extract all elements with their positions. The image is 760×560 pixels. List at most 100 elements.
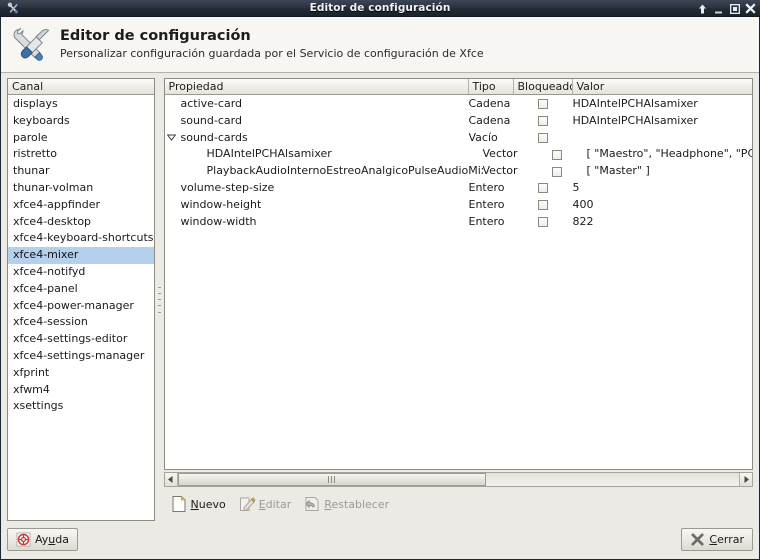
channel-item-label: displays: [13, 97, 58, 110]
channel-item[interactable]: xfwm4: [8, 382, 154, 399]
edit-button-label: Editar: [258, 497, 292, 511]
scroll-right-arrow-icon[interactable]: [739, 473, 752, 486]
locked-checkbox[interactable]: [538, 216, 548, 227]
shade-above-button[interactable]: [697, 2, 708, 15]
locked-checkbox[interactable]: [552, 166, 562, 177]
close-dialog-button-label: Cerrar: [709, 532, 744, 546]
channel-column-header[interactable]: Canal: [8, 79, 154, 95]
window-menu-icon[interactable]: [3, 1, 23, 16]
channel-item-label: xfce4-notifyd: [13, 264, 86, 278]
channel-item[interactable]: xfce4-session: [8, 314, 154, 331]
channel-items[interactable]: displays keyboards parole ristretto thunar th…: [8, 95, 154, 520]
property-type-cell: Vector: [482, 164, 518, 178]
channel-item[interactable]: xsettings: [8, 398, 154, 415]
channel-item-label: xfwm4: [13, 382, 50, 396]
edit-pencil-icon: [239, 497, 256, 512]
channel-item[interactable]: ristretto: [8, 146, 154, 163]
property-row[interactable]: PlaybackAudioInternoEstreoAnalgicoPulseA…: [165, 163, 753, 180]
edit-button[interactable]: Editar: [232, 493, 298, 515]
column-header-property[interactable]: Propiedad: [165, 79, 469, 94]
property-action-bar: Nuevo Editar Restablecer: [164, 487, 754, 521]
dialog-subtitle: Personalizar configuración guardada por …: [60, 47, 484, 60]
property-row[interactable]: active-card Cadena HDAIntelPCHAlsamixer: [165, 96, 753, 113]
property-name-cell[interactable]: volume-step-size: [165, 180, 469, 197]
scrollbar-track[interactable]: [177, 473, 739, 486]
property-name-cell[interactable]: HDAIntelPCHAlsamixer: [179, 146, 483, 163]
close-button[interactable]: [745, 2, 756, 15]
property-row[interactable]: window-width Entero 822: [165, 214, 753, 231]
window-titlebar[interactable]: Editor de configuración: [0, 0, 760, 17]
property-locked-cell: [514, 180, 573, 197]
column-header-type[interactable]: Tipo: [469, 79, 514, 94]
property-row[interactable]: volume-step-size Entero 5: [165, 180, 753, 197]
channel-item-label: thunar-volman: [13, 180, 94, 194]
property-name-cell[interactable]: window-width: [165, 214, 469, 231]
channel-item[interactable]: parole: [8, 130, 154, 147]
locked-checkbox[interactable]: [538, 183, 548, 194]
pane-splitter[interactable]: [155, 78, 164, 521]
property-name-cell[interactable]: window-height: [165, 197, 469, 214]
property-name-label: volume-step-size: [180, 180, 275, 194]
new-button[interactable]: Nuevo: [164, 493, 232, 515]
property-row[interactable]: sound-card Cadena HDAIntelPCHAlsamixer: [165, 113, 753, 130]
channel-item[interactable]: xfce4-appfinder: [8, 197, 154, 214]
property-type-cell: Cadena: [468, 97, 511, 110]
column-header-locked[interactable]: Bloqueado: [514, 79, 573, 94]
property-name-cell[interactable]: PlaybackAudioInternoEstreoAnalgicoPulseA…: [179, 163, 483, 180]
channel-item[interactable]: xfce4-desktop: [8, 214, 154, 231]
property-value-cell: HDAIntelPCHAlsamixer: [572, 113, 698, 127]
scroll-left-arrow-icon[interactable]: [164, 473, 178, 486]
channel-item[interactable]: xfprint: [8, 365, 154, 382]
close-dialog-button[interactable]: Cerrar: [681, 527, 753, 551]
property-row[interactable]: sound-cards Vacío: [165, 130, 753, 147]
property-name-cell[interactable]: sound-cards: [165, 130, 469, 147]
channel-item[interactable]: xfce4-panel: [8, 281, 154, 298]
property-type-cell: Entero: [468, 180, 505, 194]
channel-item-label: xfce4-settings-manager: [13, 348, 145, 362]
horizontal-scrollbar[interactable]: [163, 472, 753, 487]
property-name-label: sound-card: [180, 113, 242, 127]
column-header-locked-label: Bloqueado: [517, 80, 573, 93]
channel-list[interactable]: Canal displays keyboards parole ristretto th…: [7, 78, 155, 521]
property-name-cell[interactable]: sound-card: [165, 113, 469, 130]
channel-item-label: xfce4-power-manager: [13, 298, 134, 312]
locked-checkbox[interactable]: [552, 149, 562, 160]
property-rows[interactable]: active-card Cadena HDAIntelPCHAlsamixer sou…: [165, 95, 753, 469]
channel-item[interactable]: xfce4-settings-editor: [8, 331, 154, 348]
property-name-cell[interactable]: active-card: [165, 96, 469, 113]
dialog-footer: Ayuda Cerrar: [1, 521, 759, 559]
help-button-label: Ayuda: [35, 532, 70, 546]
property-tree[interactable]: Propiedad Tipo Bloqueado Valor active-ca…: [163, 78, 753, 470]
locked-checkbox[interactable]: [538, 99, 548, 110]
channel-item[interactable]: keyboards: [8, 113, 154, 130]
scrollbar-thumb[interactable]: [177, 473, 487, 486]
chevron-down-icon[interactable]: [165, 134, 179, 142]
channel-item[interactable]: xfce4-notifyd: [8, 264, 154, 281]
channel-item[interactable]: thunar: [8, 163, 154, 180]
channel-item[interactable]: xfce4-mixer: [8, 247, 154, 264]
splitter-grip[interactable]: [157, 286, 161, 313]
channel-item[interactable]: thunar-volman: [8, 180, 154, 197]
reset-button[interactable]: Restablecer: [297, 493, 395, 515]
locked-checkbox[interactable]: [538, 132, 548, 143]
property-value-cell: [ "Maestro", "Headphone", "PCM", "I: [586, 147, 753, 161]
channel-item[interactable]: displays: [8, 96, 154, 113]
channel-item[interactable]: xfce4-settings-manager: [8, 348, 154, 365]
property-locked-cell: [514, 130, 573, 147]
property-column-headers: Propiedad Tipo Bloqueado Valor: [164, 79, 753, 95]
help-button[interactable]: Ayuda: [7, 527, 79, 551]
maximize-button[interactable]: [729, 2, 740, 15]
locked-checkbox[interactable]: [538, 200, 548, 211]
locked-checkbox[interactable]: [538, 116, 548, 127]
property-row[interactable]: HDAIntelPCHAlsamixer Vector [ "Maestro", "…: [165, 146, 753, 163]
property-row[interactable]: window-height Entero 400: [165, 197, 753, 214]
property-type-cell: Cadena: [468, 113, 511, 127]
channel-item[interactable]: xfce4-keyboard-shortcuts: [8, 230, 154, 247]
column-header-value[interactable]: Valor: [573, 79, 753, 94]
property-locked-cell: [514, 96, 573, 113]
minimize-button[interactable]: [713, 2, 724, 15]
channel-item-label: xfce4-mixer: [13, 248, 79, 262]
property-type-cell: Vector: [482, 147, 518, 161]
channel-item[interactable]: xfce4-power-manager: [8, 298, 154, 315]
property-locked-cell: [514, 113, 573, 130]
